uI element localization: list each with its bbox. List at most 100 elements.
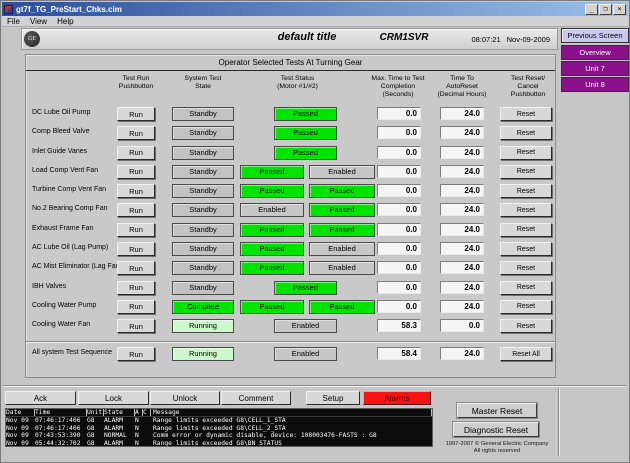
ack-button[interactable]: Ack: [5, 391, 76, 405]
alarm-row[interactable]: Nov 09 07:46:17:406 G8 ALARM N Range limits e…: [6, 425, 432, 432]
test-status-cell: Passed: [240, 299, 304, 314]
column-header: System Test State: [184, 75, 222, 90]
run-button[interactable]: Run: [117, 203, 155, 218]
reset-button[interactable]: Reset: [500, 184, 552, 199]
system-state-cell: Standby: [172, 261, 234, 276]
minimize-button[interactable]: _: [585, 3, 598, 15]
bottom-divider: [3, 385, 627, 387]
max-time-field: 0.0: [377, 145, 421, 159]
maximize-button[interactable]: ❐: [599, 3, 612, 15]
all-system-row: All system Test Sequence Run Running Enable…: [26, 345, 555, 364]
reset-button[interactable]: Reset: [500, 203, 552, 218]
run-button[interactable]: Run: [117, 184, 155, 199]
max-time-field: 0.0: [377, 280, 421, 294]
app-icon: [4, 4, 13, 14]
test-row: Cooling Water Pump Run Complete Passed Passe…: [26, 298, 555, 317]
column-header: Test Status (Motor #1/#2): [277, 75, 318, 90]
test-status-cell: Passed: [274, 107, 337, 121]
test-row-label: No.2 Bearing Comp Fan: [32, 205, 108, 213]
test-row-label: Inlet Guide Vanes: [32, 147, 88, 155]
run-button[interactable]: Run: [117, 261, 155, 276]
test-status-cell: Passed: [309, 299, 375, 314]
nav-button-unit-8[interactable]: Unit 8: [561, 77, 629, 92]
run-button[interactable]: Run: [117, 126, 155, 141]
setup-button[interactable]: Setup: [306, 391, 360, 405]
alarm-cell-message: Range limits exceeded G8\CELL_1_STA: [153, 417, 286, 425]
nav-button-previous-screen[interactable]: Previous Screen: [561, 28, 629, 43]
system-state-cell: Standby: [172, 222, 234, 237]
system-state-cell: Running: [172, 319, 234, 334]
test-row-label: Cooling Water Fan: [32, 321, 91, 329]
max-time-field: 0.0: [377, 203, 421, 217]
system-state-cell: Standby: [172, 107, 234, 121]
run-button[interactable]: Run: [117, 280, 155, 295]
alarm-cell-message: Comm error or dynamic disable, device: 1…: [153, 432, 377, 440]
title-divider: [26, 70, 555, 71]
alarm-row[interactable]: Nov 09 07:43:53:390 G8 NORMAL N Comm error or…: [6, 432, 432, 439]
menu-help[interactable]: Help: [57, 17, 73, 26]
copyright-line2: All rights reserved: [473, 447, 521, 454]
alarm-row[interactable]: Nov 09 07:46:17:406 G8 ALARM N Range limits e…: [6, 417, 432, 424]
run-button[interactable]: Run: [117, 242, 155, 257]
master-reset-button[interactable]: Master Reset: [457, 403, 537, 418]
alarms-button[interactable]: Alarms: [363, 391, 431, 405]
autoreset-field: 24.0: [440, 261, 484, 275]
reset-button[interactable]: Reset: [500, 299, 552, 314]
reset-button[interactable]: Reset: [500, 242, 552, 257]
reset-button[interactable]: Reset: [500, 126, 552, 141]
menubar: File View Help: [2, 16, 628, 27]
run-button[interactable]: Run: [117, 107, 155, 121]
run-button[interactable]: Run: [117, 164, 155, 179]
reset-button[interactable]: Reset: [500, 145, 552, 160]
alarm-cell-a: N: [135, 432, 139, 440]
copyright-line1: 1997-2007 © General Electric Company: [445, 441, 549, 447]
test-row: AC Mist Eliminator (Lag Fan) Run Standby Pa…: [26, 259, 555, 278]
system-state-cell: Standby: [172, 280, 234, 295]
system-state-cell: Standby: [172, 145, 234, 160]
window-title: gt7f_TG_PreStart_Chks.cim: [16, 4, 122, 14]
alarm-cell-date: Nov 09: [6, 417, 29, 425]
alarm-viewer: Date Time Unit State A C Message Nov 09 07:46:17…: [5, 408, 433, 447]
autoreset-field: 24.0: [440, 107, 484, 120]
run-button[interactable]: Run: [117, 299, 155, 314]
alarm-cell-c: [143, 440, 151, 446]
run-button[interactable]: Run: [117, 222, 155, 237]
run-button[interactable]: Run: [117, 319, 155, 334]
alarm-header-c: C: [143, 409, 151, 417]
test-row: AC Lube Oil (Lag Pump) Run Standby Passed En…: [26, 240, 555, 259]
nav-button-overview[interactable]: Overview: [561, 45, 629, 60]
reset-button[interactable]: Reset: [500, 164, 552, 179]
reset-button[interactable]: Reset: [500, 222, 552, 237]
test-row-label: Exhaust Frame Fan: [32, 224, 94, 232]
nav-button-unit-7[interactable]: Unit 7: [561, 61, 629, 76]
menu-view[interactable]: View: [30, 17, 47, 26]
alarm-header-time: Time: [35, 409, 87, 417]
max-time-field: 0.0: [377, 126, 421, 140]
test-status-cell: Passed: [274, 280, 337, 295]
alarm-cell-state: ALARM: [104, 439, 123, 447]
test-status-cell: Passed: [240, 242, 304, 257]
clock-time: 08:07:21: [471, 35, 501, 44]
alarm-cell-state: NORMAL: [104, 432, 127, 440]
max-time-field: 0.0: [377, 164, 421, 178]
diagnostic-reset-button[interactable]: Diagnostic Reset: [453, 422, 539, 437]
footer-divider: [26, 341, 555, 343]
run-button[interactable]: Run: [117, 145, 155, 160]
panel-title: Operator Selected Tests At Turning Gear: [218, 58, 363, 67]
unlock-button[interactable]: Unlock: [150, 391, 220, 405]
comment-button[interactable]: Comment: [221, 391, 291, 405]
lock-button[interactable]: Lock: [78, 391, 149, 405]
alarm-cell-state: ALARM: [104, 417, 123, 425]
reset-button[interactable]: Reset: [500, 107, 552, 121]
run-button[interactable]: Run: [117, 347, 155, 361]
max-time-field: 0.0: [377, 222, 421, 236]
test-status-cell: Passed: [240, 261, 304, 276]
reset-button[interactable]: Reset: [500, 319, 552, 334]
reset-button[interactable]: Reset: [500, 261, 552, 276]
test-row-label: All system Test Sequence: [32, 349, 113, 356]
alarm-row[interactable]: Nov 09 05:44:32:702 G8 ALARM N Range limits e…: [6, 439, 432, 447]
reset-button[interactable]: Reset: [500, 280, 552, 295]
close-button[interactable]: ×: [613, 3, 626, 15]
menu-file[interactable]: File: [7, 17, 20, 26]
reset-button[interactable]: Reset All: [500, 347, 552, 361]
